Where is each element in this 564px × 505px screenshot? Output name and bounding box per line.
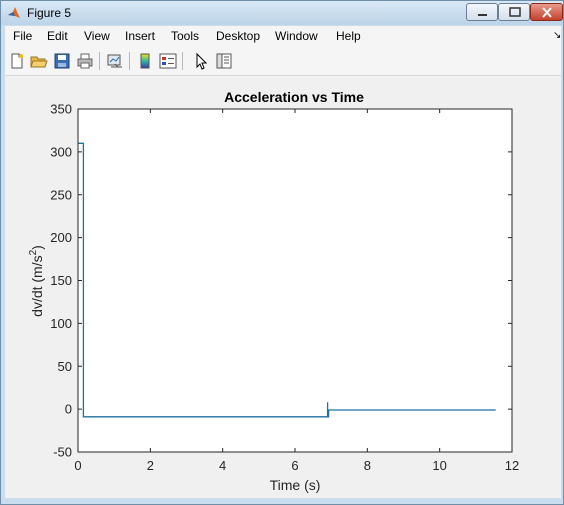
y-tick-label: 250 — [50, 187, 72, 202]
menu-view[interactable]: View — [84, 29, 110, 43]
maximize-button[interactable] — [498, 3, 530, 21]
menu-help[interactable]: Help — [336, 29, 361, 43]
figure-window: Figure 5 File Edit View Insert Tools Des… — [0, 0, 564, 505]
window-title: Figure 5 — [27, 6, 72, 20]
menu-dock-arrow-icon[interactable]: ↘ — [553, 30, 561, 41]
y-tick-label: -50 — [53, 445, 72, 460]
plot-area[interactable]: Acceleration vs Time 0 2 4 6 8 10 12 -50050100… — [5, 76, 561, 498]
x-tick-label: 12 — [505, 458, 519, 473]
menu-bar: File Edit View Insert Tools Desktop Wind… — [5, 26, 561, 47]
y-axis-label-base: dv/dt (m/s — [29, 255, 45, 316]
window-bottom-border — [1, 498, 563, 504]
x-tick-label: 8 — [364, 458, 371, 473]
y-tick-label: 300 — [50, 144, 72, 159]
toolbar-separator — [129, 52, 130, 70]
new-figure-icon[interactable] — [8, 52, 26, 70]
figure-canvas: Acceleration vs Time 0 2 4 6 8 10 12 -50 0 50 100… — [5, 76, 561, 498]
y-tick-label: 0 — [65, 402, 72, 417]
toolbar-separator — [182, 52, 183, 70]
x-tick-label: 4 — [219, 458, 226, 473]
y-tick-label: 100 — [50, 316, 72, 331]
y-axis-label-close: ) — [29, 245, 45, 250]
title-bar[interactable]: Figure 5 — [1, 1, 563, 25]
maximize-icon — [509, 7, 521, 17]
menu-file[interactable]: File — [13, 29, 32, 43]
toolbar-separator — [99, 52, 100, 70]
x-tick-label: 2 — [147, 458, 154, 473]
property-editor-icon[interactable] — [215, 52, 233, 70]
save-icon[interactable] — [53, 52, 71, 70]
menu-desktop[interactable]: Desktop — [216, 29, 260, 43]
menu-window[interactable]: Window — [275, 29, 318, 43]
menu-tools[interactable]: Tools — [171, 29, 199, 43]
y-axis-label: dv/dt (m/s2) — [28, 245, 45, 317]
print-icon[interactable] — [76, 52, 94, 70]
figure-toolbar — [5, 47, 561, 76]
axes-background — [78, 109, 512, 452]
chart-title: Acceleration vs Time — [224, 89, 364, 105]
minimize-icon — [478, 14, 487, 16]
x-tick-label: 6 — [291, 458, 298, 473]
y-tick-label: 350 — [50, 102, 72, 117]
matlab-icon — [8, 7, 20, 18]
x-tick-label: 0 — [74, 458, 81, 473]
close-button[interactable] — [530, 3, 563, 21]
edit-plot-pointer-icon[interactable] — [192, 52, 210, 70]
y-tick-label: 200 — [50, 230, 72, 245]
close-icon — [542, 7, 552, 18]
minimize-button[interactable] — [466, 3, 498, 21]
menu-edit[interactable]: Edit — [47, 29, 68, 43]
insert-colorbar-icon[interactable] — [136, 52, 154, 70]
x-tick-label: 10 — [432, 458, 446, 473]
link-plot-icon[interactable] — [106, 52, 124, 70]
open-file-icon[interactable] — [30, 52, 48, 70]
insert-legend-icon[interactable] — [159, 52, 177, 70]
y-tick-label: 150 — [50, 273, 72, 288]
x-axis-label: Time (s) — [270, 477, 321, 493]
y-tick-label: 50 — [58, 359, 72, 374]
menu-insert[interactable]: Insert — [125, 29, 155, 43]
